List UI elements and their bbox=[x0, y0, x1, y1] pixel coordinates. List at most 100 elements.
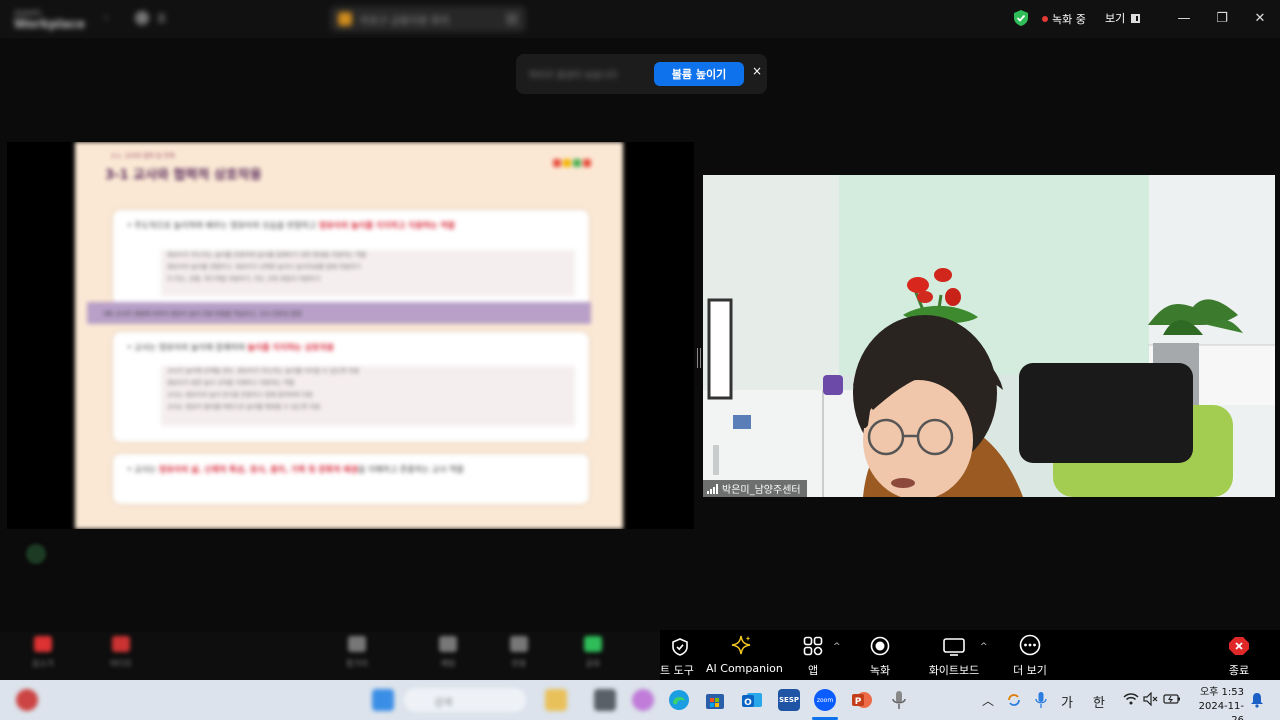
whiteboard-icon bbox=[943, 638, 965, 656]
close-icon[interactable] bbox=[506, 13, 518, 25]
slide-box-1: • 주도적으로 놀이하며 배우는 영유아의 모습을 반영하고 영유아의 놀이를 … bbox=[113, 210, 589, 306]
security-shield-icon[interactable] bbox=[1014, 10, 1028, 26]
sparkle-icon bbox=[731, 635, 751, 655]
slide-box-heading: • 주도적으로 놀이하며 배우는 영유아의 모습을 반영하고 영유아의 놀이를 … bbox=[127, 221, 456, 230]
slide-box-2: • 교사는 영유아의 놀이에 함께하며 놀이를 지지하는 상호작용 교사가 놀이… bbox=[113, 332, 589, 442]
participants-button[interactable]: 참가자 bbox=[334, 636, 380, 669]
participant-name: 박은미_남양주센터 bbox=[722, 485, 801, 496]
battery-charging-icon[interactable] bbox=[1163, 692, 1181, 706]
chevron-down-icon[interactable]: ⌄ bbox=[102, 11, 110, 22]
slide-box-heading: • 교사는 영유아의 삶, 신체적 특성, 정서, 흥미, 가족 및 문화적 배… bbox=[127, 465, 464, 474]
apps-button[interactable]: 앱 bbox=[798, 630, 828, 680]
slide-box-3: • 교사는 영유아의 삶, 신체적 특성, 정서, 흥미, 가족 및 문화적 배… bbox=[113, 454, 589, 504]
ime-language-indicator[interactable]: 한 bbox=[1093, 692, 1105, 711]
host-tools-button[interactable]: 트 도구 bbox=[660, 630, 700, 680]
microphone-icon[interactable] bbox=[1034, 691, 1048, 709]
chat-icon bbox=[439, 636, 457, 652]
view-button[interactable]: 보기 bbox=[1105, 10, 1141, 26]
mute-button[interactable]: 음소거 bbox=[20, 636, 66, 669]
recording-indicator[interactable]: 녹화 중 bbox=[1042, 11, 1086, 27]
home-tab-label: 홈 bbox=[157, 14, 167, 25]
ai-companion-button[interactable]: AI Companion bbox=[706, 630, 783, 680]
slide-box-detail: 교사가 놀이에 관계될 경우, 영유아가 주도하는 놀이를 이어갈 수 있도록 … bbox=[161, 366, 575, 426]
minimize-button[interactable]: — bbox=[1170, 6, 1198, 30]
slide-logo bbox=[553, 159, 591, 167]
connection-strength-icon bbox=[707, 483, 718, 494]
maximize-button[interactable]: ❐ bbox=[1208, 6, 1236, 30]
whiteboard-button[interactable]: 화이트보드 bbox=[926, 630, 982, 680]
powerpoint-icon[interactable]: P bbox=[851, 689, 873, 711]
clock-date: 2024-11-26 bbox=[1198, 701, 1244, 720]
slide-highlight-bar: (예) 교사의 경험에 비추어 영유아 놀이 지원 방법을 학습하고, 교사 전… bbox=[87, 302, 591, 324]
brand-name: Workplace bbox=[14, 17, 86, 31]
avatar bbox=[135, 10, 149, 25]
edge-icon[interactable] bbox=[668, 689, 690, 711]
start-icon[interactable] bbox=[372, 689, 394, 711]
meeting-info-pill[interactable]: 마포구 금융지원 회의 bbox=[330, 6, 526, 32]
increase-volume-button[interactable]: 볼륨 높이기 bbox=[654, 62, 744, 86]
copilot-icon[interactable] bbox=[632, 689, 654, 711]
wifi-icon[interactable] bbox=[1123, 692, 1139, 706]
svg-text:O: O bbox=[744, 698, 752, 708]
clock-time: 오후 1:53 bbox=[1199, 687, 1244, 698]
title-bar: zoom Workplace ⌄ 홈 마포구 금융지원 회의 녹화 중 보기 —… bbox=[0, 0, 1280, 38]
banner-message: 마이크 음성이 낮습니다 bbox=[529, 71, 618, 81]
close-window-button[interactable]: ✕ bbox=[1246, 6, 1274, 30]
windows-taskbar: 검색 O SESP zoom P ︿ 가 한 오후 1:53 2024-11- bbox=[0, 680, 1280, 720]
low-volume-banner: 마이크 음성이 낮습니다 볼륨 높이기 × bbox=[516, 54, 767, 94]
weather-widget-icon[interactable] bbox=[16, 689, 38, 711]
share-screen-icon bbox=[584, 636, 602, 652]
participant-video[interactable] bbox=[703, 175, 1275, 497]
camera-app-icon[interactable] bbox=[594, 689, 616, 711]
meeting-toolbar-right: 트 도구 AI Companion 앱 ^ 녹화 화이트보드 ^ 더 보기 종료 bbox=[660, 630, 1280, 680]
tray-chevron-up-icon[interactable]: ︿ bbox=[982, 692, 994, 709]
volume-muted-icon[interactable] bbox=[1143, 692, 1159, 706]
apps-chevron-up-icon[interactable]: ^ bbox=[833, 642, 841, 652]
share-button[interactable]: 공유 bbox=[570, 636, 616, 669]
whiteboard-chevron-up-icon[interactable]: ^ bbox=[980, 642, 988, 652]
file-explorer-icon[interactable] bbox=[545, 689, 567, 711]
meeting-title: 마포구 금융지원 회의 bbox=[360, 15, 450, 27]
meeting-toolbar-left: 음소거 비디오 참가자 채팅 반응 공유 bbox=[0, 632, 660, 680]
outlook-icon[interactable]: O bbox=[741, 689, 763, 711]
video-off-icon bbox=[112, 636, 130, 652]
banner-close-icon[interactable]: × bbox=[752, 64, 762, 78]
host-shield-icon bbox=[672, 638, 688, 656]
video-button[interactable]: 비디오 bbox=[98, 636, 144, 669]
system-clock[interactable]: 오후 1:53 2024-11-26 bbox=[1186, 686, 1244, 720]
store-icon[interactable] bbox=[704, 689, 726, 711]
slide-title: 3-1 교사와 협력적 상호작용 bbox=[105, 168, 262, 183]
sesp-icon[interactable]: SESP bbox=[778, 689, 800, 711]
reactions-button[interactable]: 반응 bbox=[496, 636, 542, 669]
participant-video-frame bbox=[703, 175, 1275, 497]
home-tab[interactable]: 홈 bbox=[135, 10, 166, 25]
svg-text:P: P bbox=[855, 697, 862, 707]
participant-name-label: 박은미_남양주센터 bbox=[703, 480, 807, 497]
meeting-icon bbox=[338, 12, 352, 26]
view-layout-icon bbox=[1131, 13, 1141, 23]
notification-bell-icon[interactable] bbox=[1250, 692, 1264, 708]
more-button[interactable]: 더 보기 bbox=[1010, 630, 1050, 680]
floating-reaction-icon[interactable] bbox=[26, 544, 46, 564]
shared-screen: 3-1. 교사와 협력 및 연계 3-1 교사와 협력적 상호작용 • 주도적으… bbox=[7, 142, 694, 529]
end-meeting-button[interactable]: 종료 bbox=[1226, 630, 1252, 680]
taskbar-left-area: 검색 bbox=[0, 680, 660, 720]
ime-mode-indicator[interactable]: 가 bbox=[1061, 692, 1073, 711]
app-brand: zoom Workplace bbox=[14, 8, 85, 30]
split-resize-handle[interactable] bbox=[697, 348, 701, 368]
reaction-icon bbox=[510, 636, 528, 652]
more-icon bbox=[1019, 634, 1041, 656]
view-label: 보기 bbox=[1105, 12, 1126, 25]
slide-tag: 3-1. 교사와 협력 및 연계 bbox=[111, 153, 175, 160]
apps-grid-icon bbox=[803, 636, 823, 656]
sync-icon[interactable] bbox=[1006, 692, 1022, 708]
chat-button[interactable]: 채팅 bbox=[425, 636, 471, 669]
taskbar-search-box[interactable]: 검색 bbox=[404, 688, 526, 712]
microphone-muted-icon bbox=[34, 636, 52, 652]
recording-label: 녹화 중 bbox=[1052, 13, 1086, 26]
mic-app-icon[interactable] bbox=[888, 689, 910, 711]
presentation-slide: 3-1. 교사와 협력 및 연계 3-1 교사와 협력적 상호작용 • 주도적으… bbox=[75, 142, 623, 529]
participants-icon bbox=[348, 636, 366, 652]
zoom-icon[interactable]: zoom bbox=[814, 689, 836, 711]
record-button[interactable]: 녹화 bbox=[863, 630, 897, 680]
